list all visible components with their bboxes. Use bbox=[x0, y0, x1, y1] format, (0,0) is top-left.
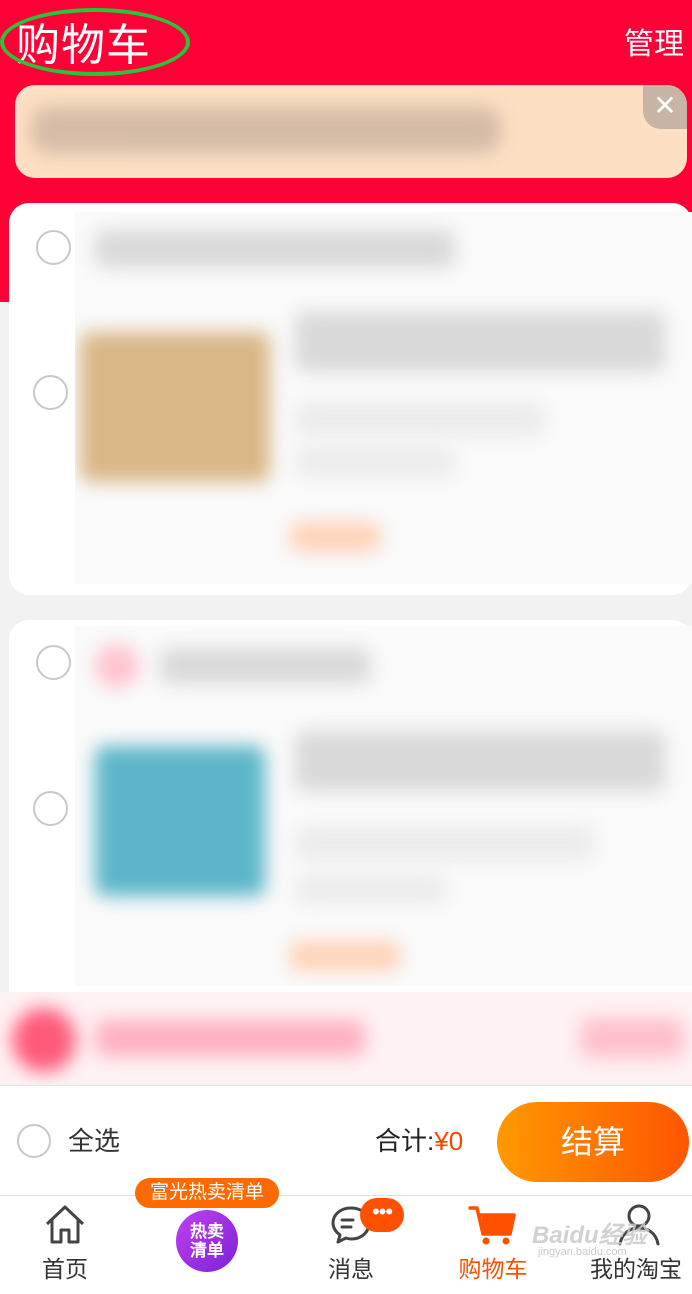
watermark-url: jingyan.baidu.com bbox=[538, 1246, 627, 1258]
manage-button[interactable]: 管理 bbox=[624, 26, 684, 64]
shop-select-radio[interactable] bbox=[36, 645, 71, 680]
item-select-radio[interactable] bbox=[33, 375, 68, 410]
shop-select-radio[interactable] bbox=[36, 230, 71, 265]
shop-name-blurred bbox=[160, 648, 370, 684]
highlight-ring bbox=[0, 8, 190, 76]
shop-logo-blurred bbox=[95, 644, 139, 688]
hot-list-line2: 清单 bbox=[190, 1241, 224, 1260]
product-spec-blurred bbox=[295, 402, 545, 436]
select-all-label[interactable]: 全选 bbox=[68, 1124, 120, 1158]
product-tag-blurred bbox=[290, 941, 400, 971]
product-spec-blurred bbox=[295, 826, 595, 860]
select-all-radio[interactable] bbox=[17, 1124, 51, 1158]
promo-button-blurred bbox=[580, 1018, 684, 1058]
shop-name-blurred bbox=[95, 230, 455, 268]
tab-label: 我的淘宝 bbox=[590, 1256, 682, 1282]
total-summary: 合计:¥0 bbox=[375, 1124, 463, 1158]
product-tag-blurred bbox=[290, 522, 380, 552]
product-price-blurred bbox=[295, 874, 445, 904]
product-title-blurred bbox=[295, 312, 665, 372]
cart-icon bbox=[468, 1206, 516, 1245]
promo-icon-blurred bbox=[12, 1008, 76, 1072]
checkout-bar: 全选 合计:¥0 结算 bbox=[0, 1085, 692, 1195]
checkout-button[interactable]: 结算 bbox=[497, 1102, 689, 1182]
tab-label: 首页 bbox=[42, 1256, 88, 1282]
tab-label: 购物车 bbox=[458, 1256, 528, 1282]
tab-home[interactable]: 首页 bbox=[10, 1196, 120, 1294]
notice-text-blurred bbox=[31, 107, 501, 153]
item-select-radio[interactable] bbox=[33, 791, 68, 826]
product-price-blurred bbox=[295, 447, 455, 477]
total-label: 合计: bbox=[375, 1126, 435, 1156]
total-value: ¥0 bbox=[434, 1126, 464, 1156]
shop-card-content-blurred[interactable] bbox=[75, 626, 692, 986]
tab-label: 消息 bbox=[328, 1256, 374, 1282]
shop-card-content-blurred[interactable] bbox=[75, 212, 692, 584]
promo-text-blurred bbox=[95, 1020, 365, 1056]
message-badge: ••• bbox=[360, 1198, 404, 1232]
hot-list-icon[interactable]: 热卖 清单 bbox=[176, 1210, 238, 1272]
promo-strip[interactable] bbox=[0, 992, 692, 1084]
product-title-blurred bbox=[295, 731, 665, 791]
hot-list-banner[interactable]: 富光热卖清单 bbox=[135, 1178, 279, 1208]
hot-list-line1: 热卖 bbox=[190, 1222, 224, 1241]
notice-banner[interactable]: ✕ bbox=[15, 85, 687, 178]
home-icon bbox=[45, 1205, 85, 1244]
product-image-blurred bbox=[80, 332, 270, 482]
close-icon[interactable]: ✕ bbox=[643, 85, 687, 129]
product-image-blurred bbox=[95, 746, 265, 896]
watermark-logo: Baidu经验 bbox=[532, 1222, 647, 1249]
